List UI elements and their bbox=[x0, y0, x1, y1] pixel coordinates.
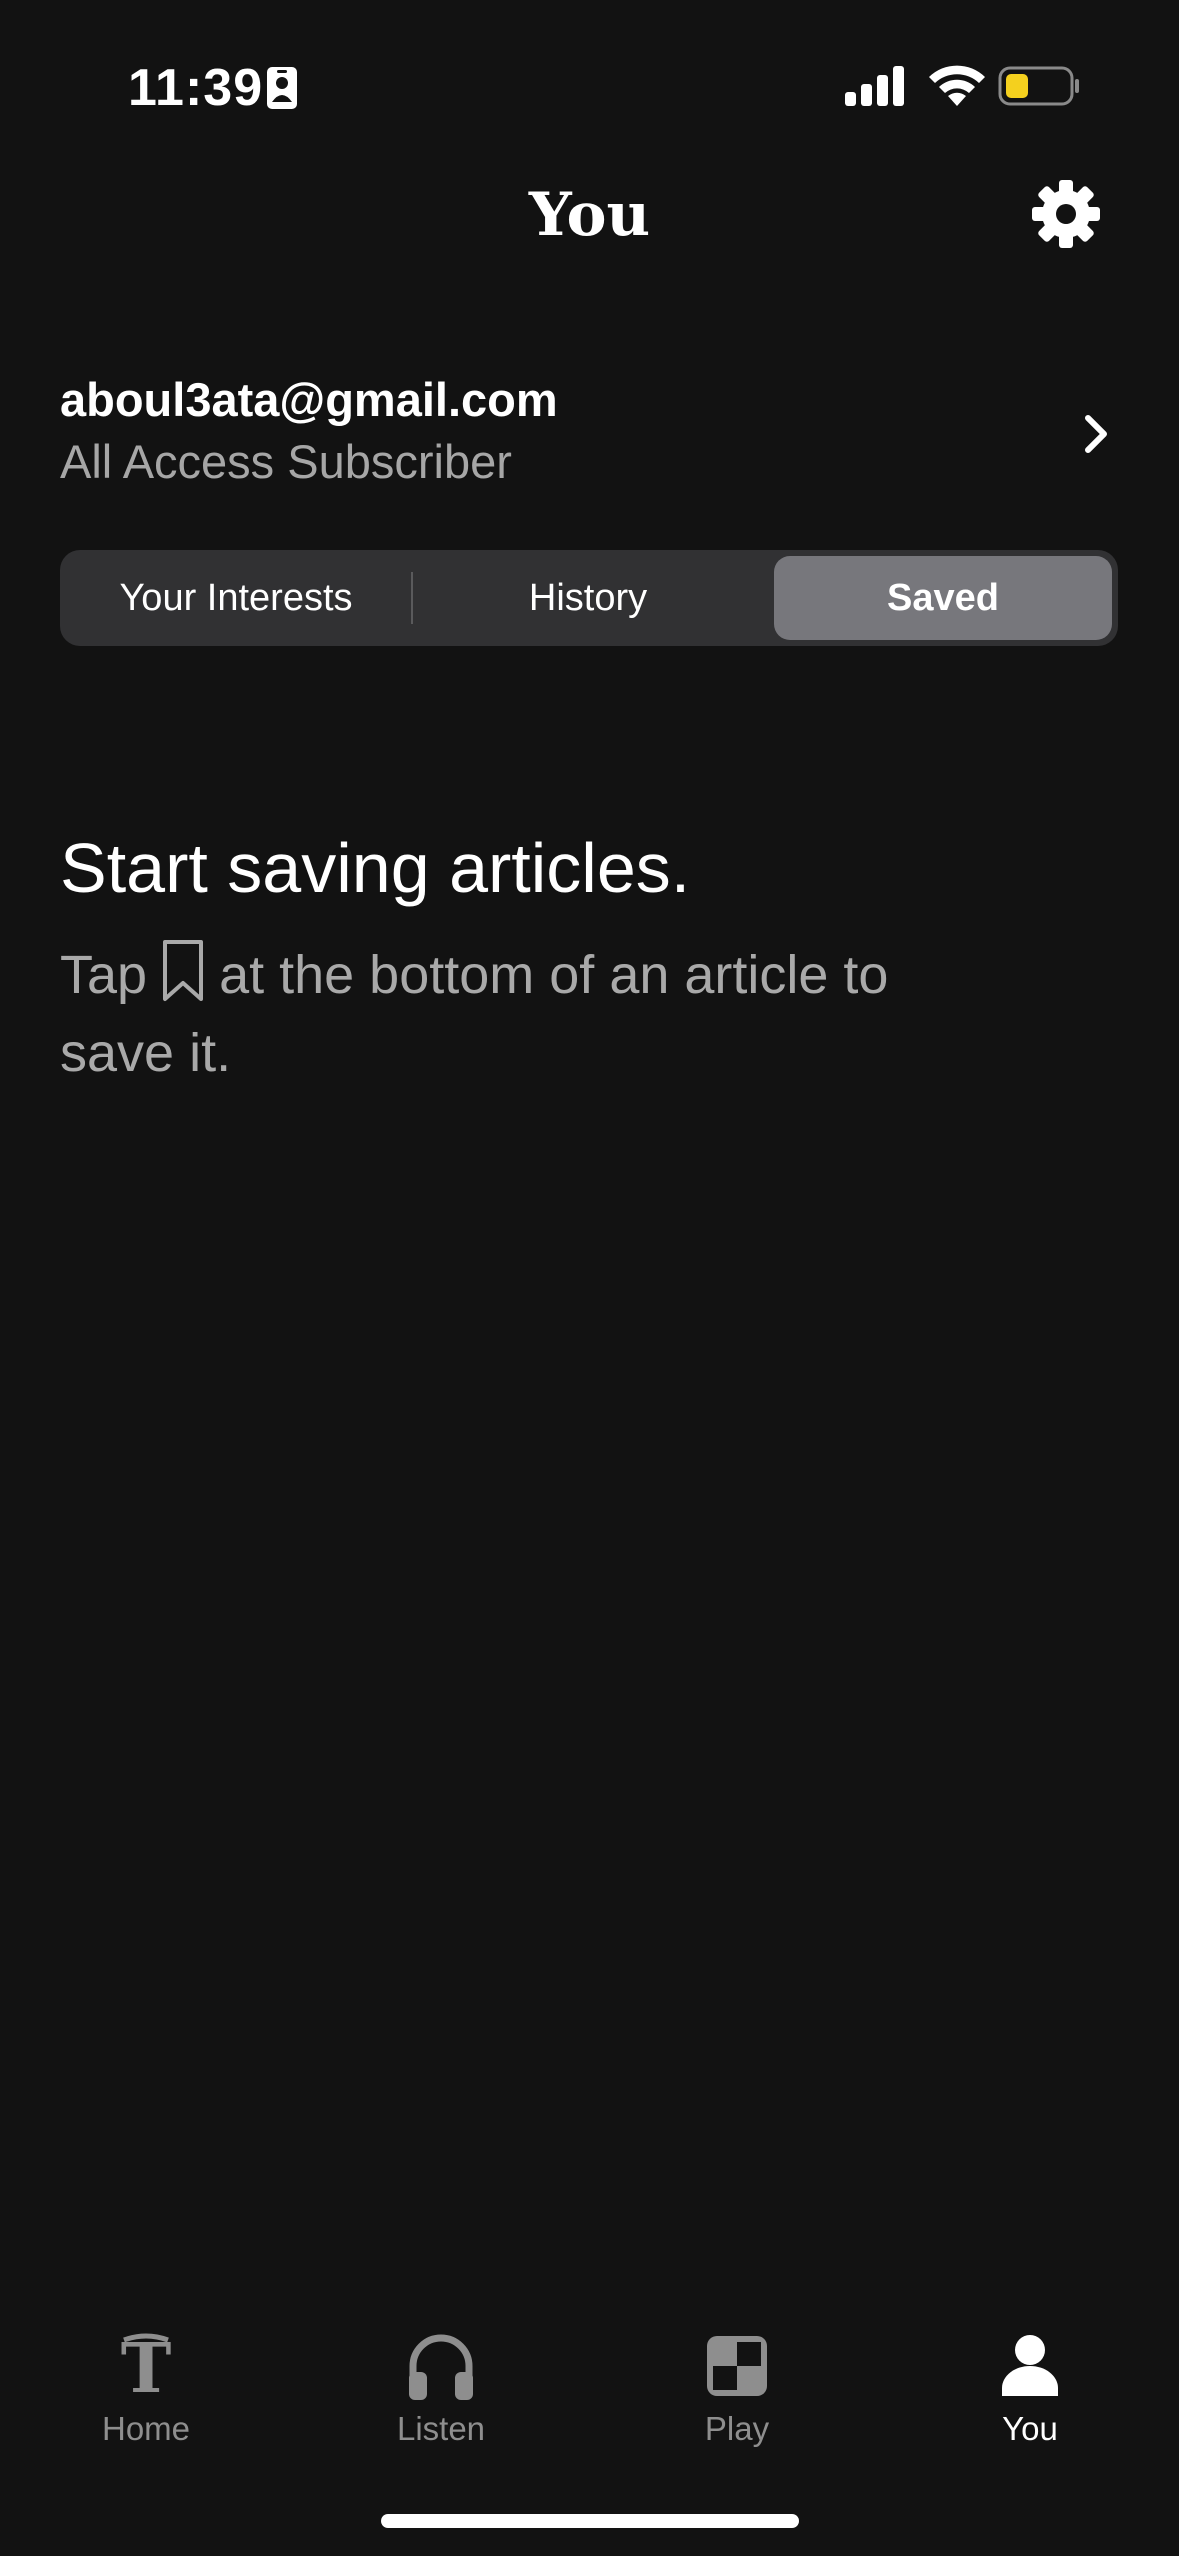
segment-history[interactable]: History bbox=[418, 556, 758, 640]
tab-home[interactable]: T Home bbox=[46, 2330, 246, 2480]
person-icon bbox=[1002, 2335, 1058, 2396]
tab-listen-label: Listen bbox=[396, 2410, 486, 2447]
status-time: 11:39 bbox=[128, 59, 264, 117]
empty-state-prefix: Tap bbox=[60, 945, 148, 1005]
account-row[interactable]: aboul3ata@gmail.com All Access Subscribe… bbox=[0, 360, 1179, 500]
id-card-icon bbox=[267, 67, 297, 109]
chevron-right-icon bbox=[1085, 415, 1107, 453]
segment-saved[interactable]: Saved bbox=[774, 556, 1112, 640]
tab-you[interactable]: You bbox=[930, 2330, 1130, 2480]
segment-divider bbox=[411, 572, 413, 624]
tab-you-label: You bbox=[1002, 2410, 1058, 2447]
you-screen: 11:39 You aboul3ata@gmail.com All Access… bbox=[0, 0, 1179, 2556]
nyt-logo-icon: T bbox=[121, 2330, 172, 2402]
segmented-control: Your Interests History Saved bbox=[60, 550, 1118, 646]
wifi-icon bbox=[929, 65, 985, 106]
segment-your-interests[interactable]: Your Interests bbox=[66, 556, 406, 640]
empty-state-title: Start saving articles. bbox=[60, 829, 691, 907]
status-bar: 11:39 bbox=[0, 0, 1179, 150]
empty-state-line-2: save it. bbox=[60, 1023, 232, 1083]
cellular-signal-icon bbox=[845, 66, 904, 106]
tab-play[interactable]: Play bbox=[637, 2330, 837, 2480]
empty-state-line-1: Tap at the bottom of an article to bbox=[60, 936, 1020, 1014]
subscription-status: All Access Subscriber bbox=[60, 435, 512, 488]
bookmark-icon bbox=[163, 940, 204, 1001]
home-indicator[interactable] bbox=[381, 2514, 799, 2528]
empty-state-body: Tap at the bottom of an article to save i… bbox=[60, 936, 1020, 1092]
battery-low-icon bbox=[998, 66, 1079, 106]
settings-button[interactable] bbox=[1030, 178, 1110, 258]
account-email: aboul3ata@gmail.com bbox=[60, 373, 558, 426]
tab-listen[interactable]: Listen bbox=[341, 2330, 541, 2480]
gear-icon bbox=[1032, 180, 1100, 248]
headphones-icon bbox=[409, 2334, 473, 2400]
empty-state-suffix: at the bottom of an article to bbox=[219, 945, 889, 1005]
page-title: You bbox=[528, 180, 651, 250]
tab-bar: T Home Listen Play You bbox=[0, 2300, 1179, 2480]
tab-play-label: Play bbox=[704, 2410, 770, 2447]
games-grid-icon bbox=[707, 2336, 767, 2396]
tab-home-label: Home bbox=[101, 2410, 191, 2447]
